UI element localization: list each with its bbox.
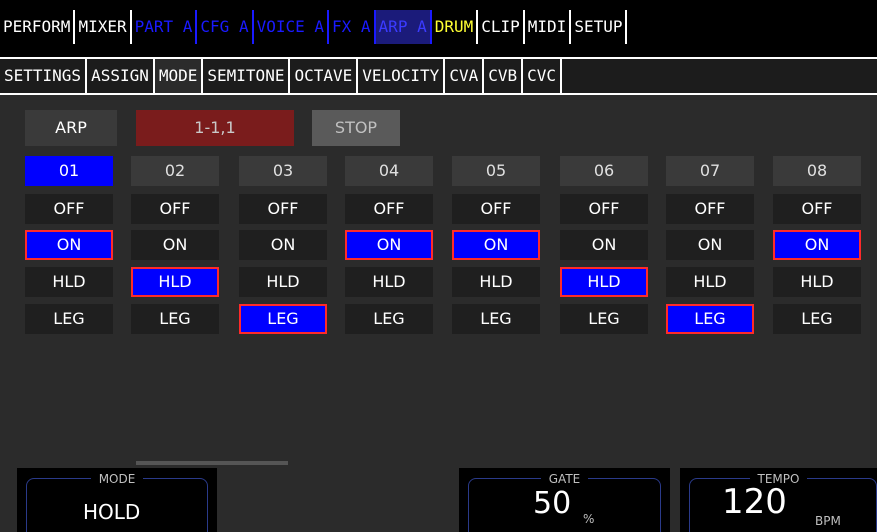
subtab-cvc[interactable]: CVC	[523, 59, 563, 93]
ch4-on-button[interactable]: ON	[345, 230, 433, 260]
subtab-velocity[interactable]: VELOCITY	[358, 59, 446, 93]
subtab-spacer	[562, 59, 877, 93]
subtab-octave[interactable]: OCTAVE	[290, 59, 359, 93]
ch6-hld-button[interactable]: HLD	[560, 267, 648, 297]
tempo-encoder[interactable]: TEMPO 120 BPM	[680, 468, 877, 532]
subtab-cva[interactable]: CVA	[445, 59, 485, 93]
gate-encoder-unit: %	[583, 512, 595, 526]
mode-encoder-value: HOLD	[83, 500, 141, 524]
ch3-channel-number[interactable]: 03	[239, 156, 327, 186]
mode-encoder[interactable]: MODE HOLD	[17, 468, 217, 532]
ch8-off-button[interactable]: OFF	[773, 194, 861, 224]
ch6-off-button[interactable]: OFF	[560, 194, 648, 224]
ch1-hld-button[interactable]: HLD	[25, 267, 113, 297]
ch8-hld-button[interactable]: HLD	[773, 267, 861, 297]
ch2-channel-number[interactable]: 02	[131, 156, 219, 186]
subtab-cvb[interactable]: CVB	[484, 59, 524, 93]
ch1-channel-number[interactable]: 01	[25, 156, 113, 186]
ch3-leg-button[interactable]: LEG	[239, 304, 327, 334]
tab-drum[interactable]: DRUM	[432, 10, 479, 44]
ch5-hld-button[interactable]: HLD	[452, 267, 540, 297]
ch2-leg-button[interactable]: LEG	[131, 304, 219, 334]
ch4-channel-number[interactable]: 04	[345, 156, 433, 186]
tab-midi[interactable]: MIDI	[525, 10, 572, 44]
ch1-off-button[interactable]: OFF	[25, 194, 113, 224]
ch7-channel-number[interactable]: 07	[666, 156, 754, 186]
tab-part-a[interactable]: PART A	[132, 10, 198, 44]
ch8-leg-button[interactable]: LEG	[773, 304, 861, 334]
tab-cfg-a[interactable]: CFG A	[197, 10, 254, 44]
ch4-hld-button[interactable]: HLD	[345, 267, 433, 297]
top-tab-bar: PERFORM MIXER PART A CFG A VOICE A FX A …	[0, 0, 877, 45]
ch6-leg-button[interactable]: LEG	[560, 304, 648, 334]
tab-arp-a[interactable]: ARP A	[375, 10, 432, 44]
ch1-on-button[interactable]: ON	[25, 230, 113, 260]
ch3-hld-button[interactable]: HLD	[239, 267, 327, 297]
tempo-encoder-value: 120	[722, 482, 787, 522]
ch7-leg-button[interactable]: LEG	[666, 304, 754, 334]
tab-mixer[interactable]: MIXER	[75, 10, 132, 44]
scrollbar[interactable]	[136, 461, 288, 465]
ch1-leg-button[interactable]: LEG	[25, 304, 113, 334]
ch7-on-button[interactable]: ON	[666, 230, 754, 260]
arp-button[interactable]: ARP	[25, 110, 117, 146]
subtab-assign[interactable]: ASSIGN	[87, 59, 155, 93]
tab-voice-a[interactable]: VOICE A	[254, 10, 330, 44]
ch4-leg-button[interactable]: LEG	[345, 304, 433, 334]
ch8-on-button[interactable]: ON	[773, 230, 861, 260]
tab-fx-a[interactable]: FX A	[329, 10, 376, 44]
song-position-display: 1-1,1	[136, 110, 294, 146]
gate-encoder-value: 50	[533, 486, 572, 521]
ch4-off-button[interactable]: OFF	[345, 194, 433, 224]
subtab-settings[interactable]: SETTINGS	[0, 59, 88, 93]
ch5-on-button[interactable]: ON	[452, 230, 540, 260]
ch7-off-button[interactable]: OFF	[666, 194, 754, 224]
ch8-channel-number[interactable]: 08	[773, 156, 861, 186]
subtab-mode[interactable]: MODE	[154, 59, 204, 93]
ch5-channel-number[interactable]: 05	[452, 156, 540, 186]
subtab-semitone[interactable]: SEMITONE	[203, 59, 291, 93]
stop-button[interactable]: STOP	[312, 110, 400, 146]
ch3-off-button[interactable]: OFF	[239, 194, 327, 224]
ch5-leg-button[interactable]: LEG	[452, 304, 540, 334]
ch3-on-button[interactable]: ON	[239, 230, 327, 260]
arp-mode-screen: PERFORM MIXER PART A CFG A VOICE A FX A …	[0, 0, 877, 532]
gate-encoder-label: GATE	[459, 472, 670, 486]
ch6-channel-number[interactable]: 06	[560, 156, 648, 186]
ch5-off-button[interactable]: OFF	[452, 194, 540, 224]
ch2-hld-button[interactable]: HLD	[131, 267, 219, 297]
ch2-off-button[interactable]: OFF	[131, 194, 219, 224]
sub-tab-bar: SETTINGS ASSIGN MODE SEMITONE OCTAVE VEL…	[0, 45, 877, 95]
gate-encoder[interactable]: GATE 50 %	[459, 468, 670, 532]
ch7-hld-button[interactable]: HLD	[666, 267, 754, 297]
mode-encoder-label: MODE	[17, 472, 217, 486]
tab-perform[interactable]: PERFORM	[0, 10, 76, 44]
tab-setup[interactable]: SETUP	[571, 10, 628, 44]
tempo-encoder-unit: BPM	[815, 514, 841, 528]
ch2-on-button[interactable]: ON	[131, 230, 219, 260]
tab-clip[interactable]: CLIP	[478, 10, 525, 44]
ch6-on-button[interactable]: ON	[560, 230, 648, 260]
